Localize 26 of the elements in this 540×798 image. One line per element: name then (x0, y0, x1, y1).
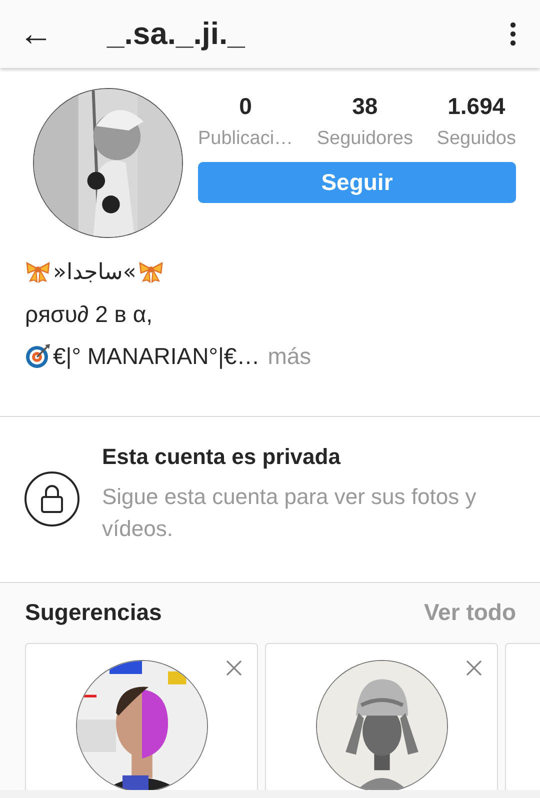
stat-count: 38 (352, 92, 378, 120)
stat-count: 1.694 (448, 92, 506, 120)
back-button[interactable]: ← (17, 21, 55, 47)
suggestion-card[interactable] (265, 643, 498, 790)
suggestion-card[interactable] (25, 643, 258, 790)
stat-label: Publicaci… (198, 128, 294, 150)
stat-label: Seguidos (436, 128, 516, 150)
stat-label: Seguidores (316, 128, 413, 150)
bio-text: €|° MANARIAN°|€… (53, 342, 260, 370)
ribbon-icon (25, 261, 51, 283)
stat-count: 0 (239, 92, 252, 120)
bio-text: ρяσυ∂ 2 в α, (25, 300, 153, 328)
more-options-icon[interactable] (510, 22, 516, 46)
bio-text: »ساجدا« (53, 260, 136, 284)
close-icon[interactable] (226, 660, 242, 676)
more-link[interactable]: más (268, 342, 312, 370)
see-all-link[interactable]: Ver todo (424, 599, 516, 626)
follow-button[interactable]: Seguir (198, 162, 516, 203)
section-title: Sugerencias (25, 599, 162, 626)
private-title: Esta cuenta es privada (102, 443, 342, 471)
ribbon-icon (138, 261, 164, 283)
private-message: Sigue esta cuenta para ver sus fotos y vídeos. (102, 483, 478, 543)
target-icon (25, 343, 51, 369)
close-icon[interactable] (466, 660, 482, 676)
profile-username: _.sa._.ji._ (107, 16, 246, 52)
lock-icon (24, 471, 80, 527)
